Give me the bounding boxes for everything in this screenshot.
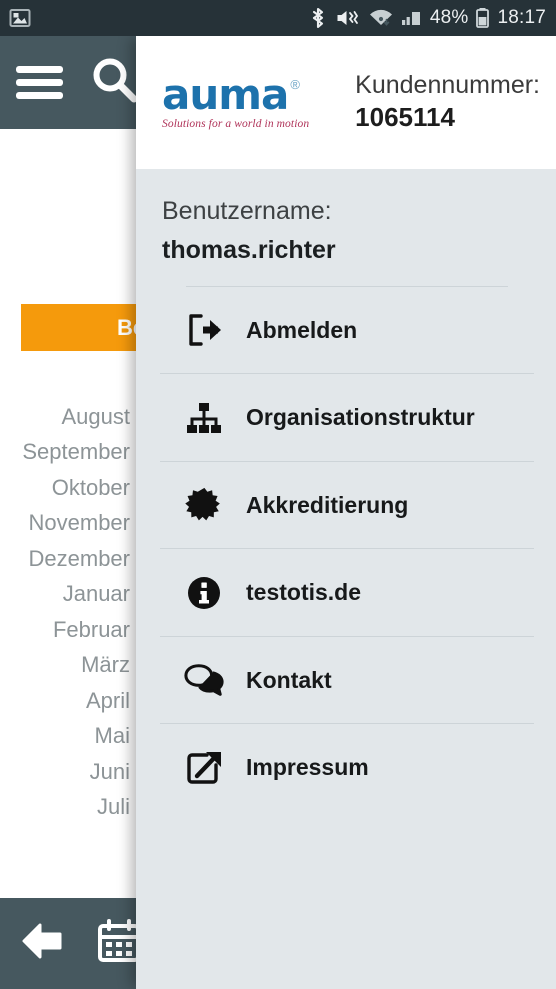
month-list-item[interactable]: Mai [0,719,136,755]
drawer-menu-item-testotis-de[interactable]: testotis.de [136,549,556,636]
certificate-badge-icon [184,485,224,525]
month-list-item[interactable]: Februar [0,612,136,648]
info-circle-icon [184,573,224,613]
drawer-menu: Abmelden Organisationstruktur Akkreditieru… [136,287,556,811]
wifi-icon [368,6,394,30]
month-list-item[interactable]: Juli [0,790,136,826]
customer-number-value: 1065114 [355,102,455,133]
drawer-menu-item-label: Impressum [246,754,369,780]
drawer-menu-item-label: Kontakt [246,666,332,693]
month-list-item[interactable]: Juni [0,754,136,790]
month-list-item[interactable]: November [0,506,136,542]
logo-wordmark: auma [162,69,289,119]
drawer-menu-item-label: Abmelden [246,316,358,343]
username-label: Benutzername: [162,197,332,225]
back-arrow-icon[interactable] [18,917,66,970]
photo-gallery-icon [8,6,32,30]
drawer-menu-item-organisationstruktur[interactable]: Organisationstruktur [136,374,556,461]
battery-icon [475,6,490,30]
drawer-menu-item-label: Akkreditierung [246,491,409,518]
username-value: thomas.richter [162,235,336,264]
logo-tagline: Solutions for a world in motion [162,118,310,131]
drawer-menu-item-abmelden[interactable]: Abmelden [136,287,556,374]
chat-bubbles-icon [184,660,224,700]
screen: Be August September Oktober November Dezembe… [0,0,556,989]
registered-trademark-icon: ® [290,76,300,92]
customer-number-label: Kundennummer: [355,70,540,99]
search-icon[interactable] [89,54,141,111]
customer-number-block: Kundennummer: 1065114 [355,70,540,135]
month-list-item[interactable]: März [0,648,136,684]
month-list-item[interactable]: April [0,683,136,719]
drawer-menu-item-kontakt[interactable]: Kontakt [136,637,556,724]
month-list-item[interactable]: September [0,435,136,471]
status-bar: 48% 18:17 [0,0,556,36]
username-block: Benutzername: thomas.richter [136,169,556,287]
status-time: 18:17 [497,7,546,28]
volume-mute-vibrate-icon [335,6,361,30]
auma-logo: auma ® Solutions for a world in motion [162,69,310,131]
battery-percent: 48% [429,7,469,28]
month-list-item[interactable]: Dezember [0,541,136,577]
month-list: August September Oktober November Dezember Ja… [0,399,136,825]
month-list-item[interactable]: Januar [0,577,136,613]
month-list-item[interactable]: Oktober [0,470,136,506]
logout-icon [184,310,224,350]
external-link-icon [184,748,224,788]
drawer-menu-item-label: Organisationstruktur [246,404,475,430]
navigation-drawer: auma ® Solutions for a world in motion K… [136,36,556,989]
drawer-header: auma ® Solutions for a world in motion K… [136,36,556,169]
drawer-menu-item-label: testotis.de [246,579,362,605]
month-list-item[interactable]: August [0,399,136,435]
drawer-menu-item-akkreditierung[interactable]: Akkreditierung [136,462,556,549]
org-chart-icon [184,398,224,438]
bluetooth-icon [308,6,328,30]
hamburger-menu-icon[interactable] [16,66,63,99]
cellular-signal-icon [401,6,423,30]
drawer-menu-item-impressum[interactable]: Impressum [136,724,556,811]
